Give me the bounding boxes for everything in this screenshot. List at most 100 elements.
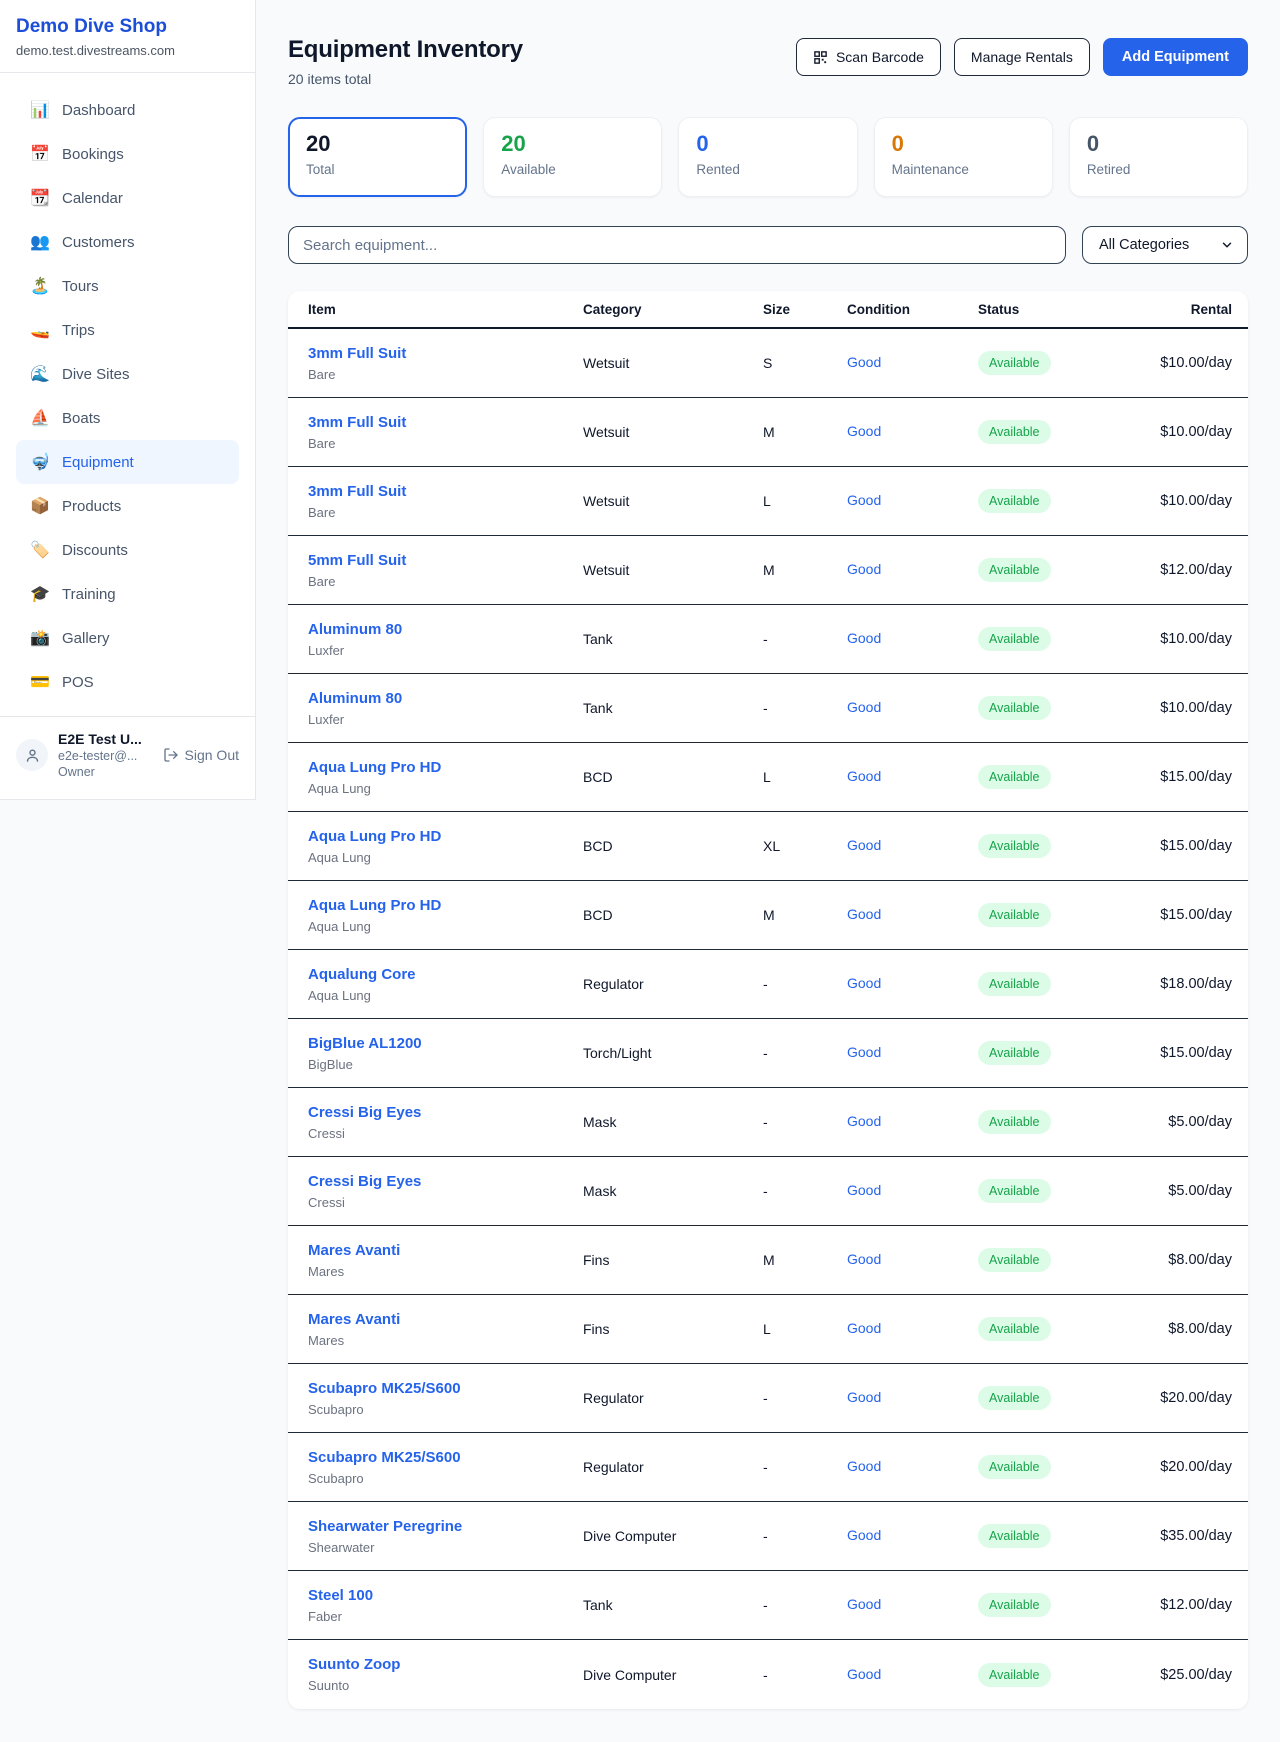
- condition-link[interactable]: Good: [847, 1458, 881, 1474]
- table-row[interactable]: Aluminum 80 Luxfer Tank - Good Available…: [288, 674, 1248, 743]
- sidebar-item-dashboard[interactable]: 📊 Dashboard: [16, 88, 239, 132]
- sidebar-item-training[interactable]: 🎓 Training: [16, 572, 239, 616]
- sidebar-item-equipment[interactable]: 🤿 Equipment: [16, 440, 239, 484]
- size-cell: M: [763, 907, 847, 923]
- item-name-link[interactable]: 3mm Full Suit: [308, 414, 406, 431]
- item-name-link[interactable]: 5mm Full Suit: [308, 552, 406, 569]
- category-cell: Regulator: [583, 976, 763, 992]
- table-row[interactable]: 3mm Full Suit Bare Wetsuit S Good Availa…: [288, 329, 1248, 398]
- brand-name[interactable]: Demo Dive Shop: [16, 16, 239, 38]
- status-badge: Available: [978, 1663, 1051, 1687]
- user-meta: E2E Test U... e2e-tester@... Owner: [58, 731, 142, 779]
- table-row[interactable]: Mares Avanti Mares Fins L Good Available…: [288, 1295, 1248, 1364]
- table-row[interactable]: Aqua Lung Pro HD Aqua Lung BCD M Good Av…: [288, 881, 1248, 950]
- sidebar-item-dive-sites[interactable]: 🌊 Dive Sites: [16, 352, 239, 396]
- condition-link[interactable]: Good: [847, 1044, 881, 1060]
- condition-link[interactable]: Good: [847, 1527, 881, 1543]
- item-name-link[interactable]: Shearwater Peregrine: [308, 1518, 462, 1535]
- stat-label: Retired: [1087, 162, 1230, 177]
- condition-link[interactable]: Good: [847, 1251, 881, 1267]
- sidebar-item-label: Dashboard: [62, 102, 135, 119]
- table-row[interactable]: Aqualung Core Aqua Lung Regulator - Good…: [288, 950, 1248, 1019]
- item-cell: Aqua Lung Pro HD Aqua Lung: [308, 828, 583, 865]
- stat-card-available[interactable]: 20 Available: [483, 117, 662, 197]
- sidebar-item-tours[interactable]: 🏝️ Tours: [16, 264, 239, 308]
- sidebar-item-trips[interactable]: 🚤 Trips: [16, 308, 239, 352]
- condition-link[interactable]: Good: [847, 630, 881, 646]
- sidebar-item-products[interactable]: 📦 Products: [16, 484, 239, 528]
- table-row[interactable]: Mares Avanti Mares Fins M Good Available…: [288, 1226, 1248, 1295]
- status-badge: Available: [978, 627, 1051, 651]
- item-name-link[interactable]: Mares Avanti: [308, 1242, 400, 1259]
- condition-link[interactable]: Good: [847, 837, 881, 853]
- table-row[interactable]: 5mm Full Suit Bare Wetsuit M Good Availa…: [288, 536, 1248, 605]
- stat-card-total[interactable]: 20 Total: [288, 117, 467, 197]
- item-name-link[interactable]: Scubapro MK25/S600: [308, 1449, 461, 1466]
- search-input[interactable]: [288, 226, 1066, 264]
- table-row[interactable]: Aqua Lung Pro HD Aqua Lung BCD XL Good A…: [288, 812, 1248, 881]
- condition-link[interactable]: Good: [847, 699, 881, 715]
- table-row[interactable]: Cressi Big Eyes Cressi Mask - Good Avail…: [288, 1157, 1248, 1226]
- item-brand: Bare: [308, 367, 583, 382]
- sidebar-item-gallery[interactable]: 📸 Gallery: [16, 616, 239, 660]
- item-name-link[interactable]: Cressi Big Eyes: [308, 1173, 421, 1190]
- table-row[interactable]: 3mm Full Suit Bare Wetsuit M Good Availa…: [288, 398, 1248, 467]
- item-name-link[interactable]: Aqua Lung Pro HD: [308, 759, 441, 776]
- sidebar-item-label: Discounts: [62, 542, 128, 559]
- condition-link[interactable]: Good: [847, 354, 881, 370]
- sidebar-item-calendar[interactable]: 📆 Calendar: [16, 176, 239, 220]
- item-cell: Scubapro MK25/S600 Scubapro: [308, 1449, 583, 1486]
- condition-link[interactable]: Good: [847, 561, 881, 577]
- condition-link[interactable]: Good: [847, 1182, 881, 1198]
- table-row[interactable]: Aqua Lung Pro HD Aqua Lung BCD L Good Av…: [288, 743, 1248, 812]
- scan-barcode-button[interactable]: Scan Barcode: [796, 38, 941, 76]
- item-name-link[interactable]: Steel 100: [308, 1587, 373, 1604]
- item-name-link[interactable]: Aqualung Core: [308, 966, 416, 983]
- item-name-link[interactable]: 3mm Full Suit: [308, 345, 406, 362]
- item-name-link[interactable]: 3mm Full Suit: [308, 483, 406, 500]
- item-name-link[interactable]: Aqua Lung Pro HD: [308, 897, 441, 914]
- manage-rentals-button[interactable]: Manage Rentals: [954, 38, 1090, 76]
- table-row[interactable]: Cressi Big Eyes Cressi Mask - Good Avail…: [288, 1088, 1248, 1157]
- condition-link[interactable]: Good: [847, 975, 881, 991]
- table-row[interactable]: Aluminum 80 Luxfer Tank - Good Available…: [288, 605, 1248, 674]
- sidebar-item-bookings[interactable]: 📅 Bookings: [16, 132, 239, 176]
- add-equipment-button[interactable]: Add Equipment: [1103, 38, 1248, 76]
- item-brand: Aqua Lung: [308, 850, 583, 865]
- sign-out-button[interactable]: Sign Out: [163, 747, 239, 763]
- stat-card-rented[interactable]: 0 Rented: [678, 117, 857, 197]
- condition-link[interactable]: Good: [847, 492, 881, 508]
- rental-cell: $10.00/day: [1102, 700, 1232, 716]
- table-row[interactable]: Scubapro MK25/S600 Scubapro Regulator - …: [288, 1364, 1248, 1433]
- item-name-link[interactable]: Scubapro MK25/S600: [308, 1380, 461, 1397]
- condition-link[interactable]: Good: [847, 423, 881, 439]
- item-name-link[interactable]: Aluminum 80: [308, 690, 402, 707]
- table-row[interactable]: 3mm Full Suit Bare Wetsuit L Good Availa…: [288, 467, 1248, 536]
- table-row[interactable]: Suunto Zoop Suunto Dive Computer - Good …: [288, 1640, 1248, 1709]
- condition-link[interactable]: Good: [847, 1666, 881, 1682]
- sidebar-item-discounts[interactable]: 🏷️ Discounts: [16, 528, 239, 572]
- table-row[interactable]: Steel 100 Faber Tank - Good Available $1…: [288, 1571, 1248, 1640]
- table-row[interactable]: Scubapro MK25/S600 Scubapro Regulator - …: [288, 1433, 1248, 1502]
- item-name-link[interactable]: Mares Avanti: [308, 1311, 400, 1328]
- condition-link[interactable]: Good: [847, 1113, 881, 1129]
- condition-link[interactable]: Good: [847, 906, 881, 922]
- item-name-link[interactable]: Suunto Zoop: [308, 1656, 400, 1673]
- item-name-link[interactable]: Aluminum 80: [308, 621, 402, 638]
- item-name-link[interactable]: Aqua Lung Pro HD: [308, 828, 441, 845]
- scan-barcode-label: Scan Barcode: [836, 49, 924, 65]
- item-name-link[interactable]: Cressi Big Eyes: [308, 1104, 421, 1121]
- condition-link[interactable]: Good: [847, 768, 881, 784]
- table-row[interactable]: Shearwater Peregrine Shearwater Dive Com…: [288, 1502, 1248, 1571]
- sidebar-item-pos[interactable]: 💳 POS: [16, 660, 239, 704]
- category-select[interactable]: All Categories: [1082, 226, 1248, 264]
- condition-link[interactable]: Good: [847, 1389, 881, 1405]
- stat-card-retired[interactable]: 0 Retired: [1069, 117, 1248, 197]
- condition-link[interactable]: Good: [847, 1320, 881, 1336]
- item-name-link[interactable]: BigBlue AL1200: [308, 1035, 422, 1052]
- sidebar-item-boats[interactable]: ⛵ Boats: [16, 396, 239, 440]
- sidebar-item-customers[interactable]: 👥 Customers: [16, 220, 239, 264]
- condition-link[interactable]: Good: [847, 1596, 881, 1612]
- stat-card-maintenance[interactable]: 0 Maintenance: [874, 117, 1053, 197]
- table-row[interactable]: BigBlue AL1200 BigBlue Torch/Light - Goo…: [288, 1019, 1248, 1088]
